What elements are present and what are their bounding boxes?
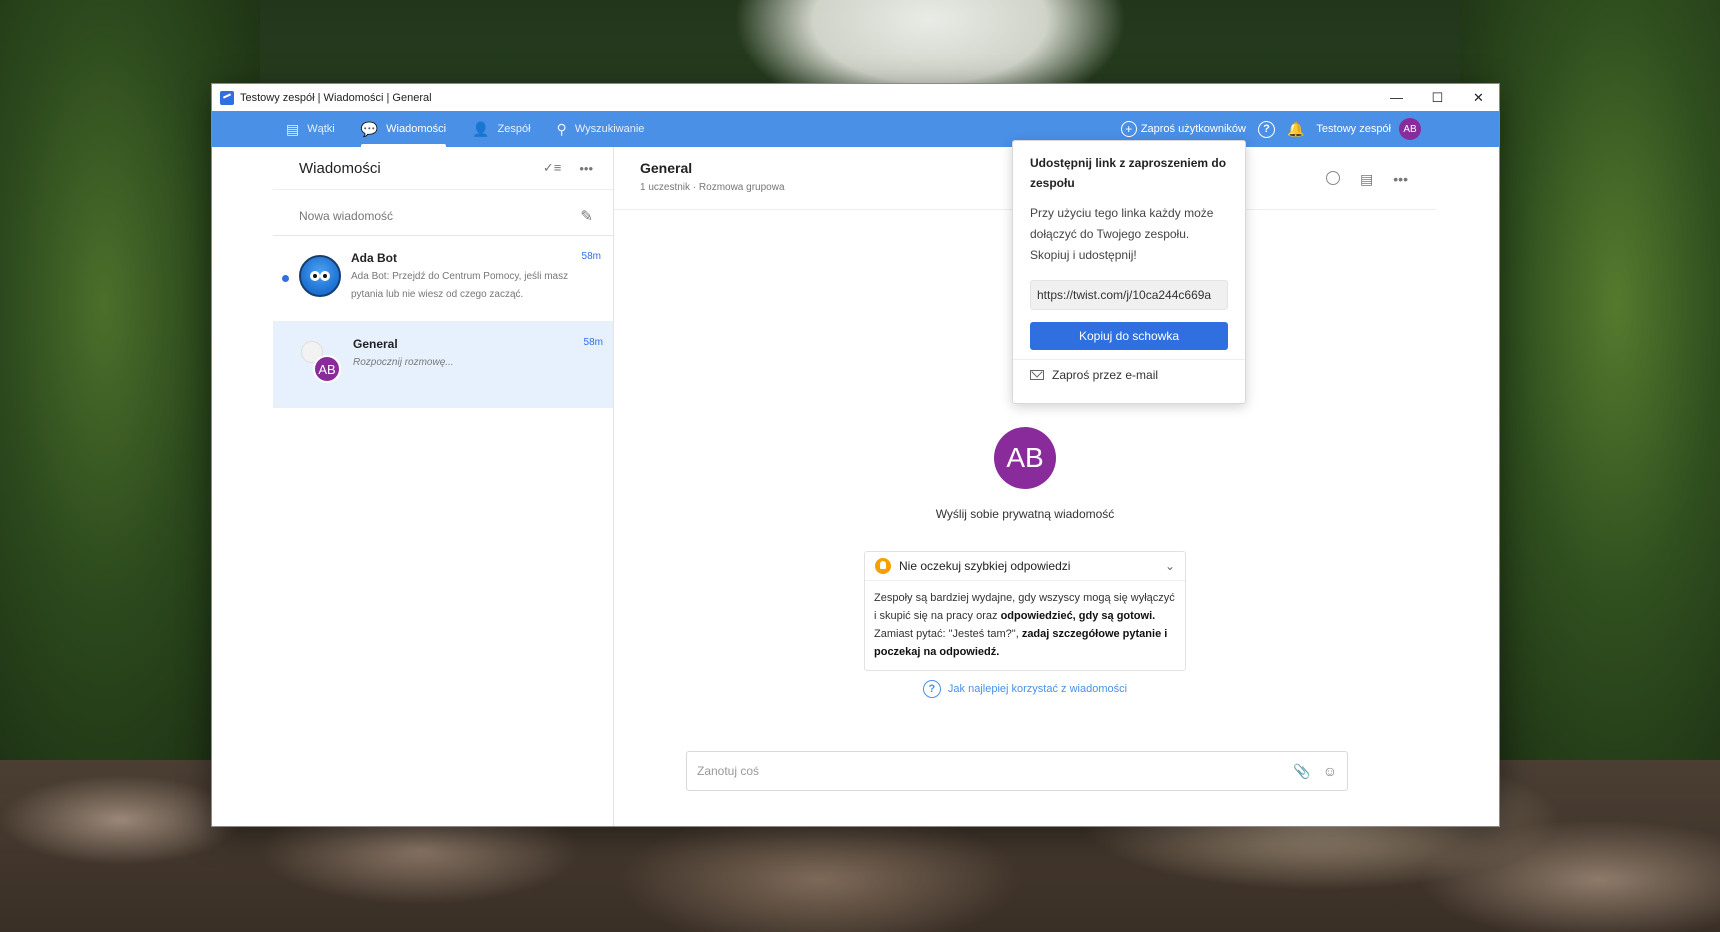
conversation-time: 58m (583, 337, 603, 348)
conversation-sidebar: Wiadomości ✓≡ ••• Nowa wiadomość ✎ Ada B… (273, 147, 614, 826)
tip-text-bold: odpowiedzieć, gdy są gotowi. (1000, 610, 1156, 622)
conversation-preview: Ada Bot: Przejdź do Centrum Pomocy, jeśl… (351, 271, 569, 300)
chevron-down-icon[interactable]: ⌄ (1165, 559, 1175, 573)
content-area: Wiadomości ✓≡ ••• Nowa wiadomość ✎ Ada B… (212, 147, 1499, 826)
search-icon: ⚲ (556, 120, 567, 137)
conversation-time: 58m (581, 251, 601, 262)
invite-by-email-button[interactable]: Zaproś przez e-mail (1030, 360, 1228, 390)
sidebar-title: Wiadomości (299, 159, 381, 177)
app-logo-icon (220, 90, 234, 105)
invite-label: Zaproś użytkowników (1140, 123, 1246, 135)
help-link[interactable]: ? Jak najlepiej korzystać z wiadomości (922, 680, 1128, 698)
invite-email-label: Zaproś przez e-mail (1052, 368, 1159, 382)
team-icon: 👤 (472, 120, 490, 137)
ada-bot-avatar (299, 255, 341, 297)
message-input[interactable] (697, 764, 1282, 778)
tab-threads[interactable]: ▤ Wątki (286, 111, 335, 147)
help-icon[interactable]: ? (1257, 120, 1275, 138)
user-avatar: AB (1399, 118, 1421, 140)
intro-text: Wyślij sobie prywatną wiadomość (935, 507, 1115, 521)
minimize-button[interactable]: — (1376, 84, 1417, 111)
tab-messages[interactable]: 💬 Wiadomości (360, 111, 447, 147)
window-title: Testowy zespół | Wiadomości | General (240, 91, 432, 104)
threads-icon: ▤ (286, 120, 300, 137)
team-switcher[interactable]: Testowy zespół AB (1316, 118, 1421, 140)
tab-label: Wyszukiwanie (574, 123, 645, 135)
conversation-preview: Rozpocznij rozmowę... (353, 357, 454, 368)
conversation-item-general[interactable]: AB General 58m Rozpocznij rozmowę... (273, 322, 613, 408)
invite-popover: Udostępnij link z zaproszeniem do zespoł… (1012, 140, 1246, 404)
more-options-icon[interactable]: ••• (1393, 171, 1408, 188)
attachment-icon[interactable]: 📎 (1293, 763, 1310, 780)
tab-team[interactable]: 👤 Zespół (472, 111, 530, 147)
help-icon: ? (922, 680, 941, 698)
emoji-icon[interactable]: ☺ (1323, 763, 1337, 779)
invite-users-button[interactable]: + Zaproś użytkowników (1120, 121, 1246, 137)
message-composer: 📎 ☺ (686, 751, 1348, 791)
left-gutter (212, 147, 273, 826)
messages-icon: 💬 (360, 120, 379, 137)
tip-header[interactable]: Nie oczekuj szybkiej odpowiedzi ⌄ (865, 552, 1185, 581)
compose-icon: ✎ (580, 207, 593, 225)
tab-search[interactable]: ⚲ Wyszukiwanie (557, 111, 645, 147)
top-navigation: ▤ Wątki 💬 Wiadomości 👤 Zespół ⚲ Wyszukiw… (212, 111, 1499, 147)
tab-label: Wiadomości (386, 123, 447, 135)
lightbulb-icon (875, 558, 891, 574)
conversation-intro: AB Wyślij sobie prywatną wiadomość Nie o… (614, 427, 1436, 698)
new-message-button[interactable]: Nowa wiadomość ✎ (273, 196, 613, 236)
group-avatar: AB (299, 341, 343, 385)
mail-icon (1030, 370, 1044, 380)
plus-circle-icon: + (1120, 121, 1137, 137)
unread-indicator (282, 275, 289, 282)
bell-icon[interactable]: 🔔 (1287, 121, 1304, 138)
invite-link-field[interactable]: https://twist.com/j/10ca244c669a (1030, 280, 1228, 310)
tab-label: Wątki (307, 123, 335, 135)
new-message-label: Nowa wiadomość (299, 208, 394, 223)
status-circle-icon[interactable] (1306, 171, 1341, 188)
tip-card: Nie oczekuj szybkiej odpowiedzi ⌄ Zespoł… (864, 551, 1186, 671)
app-window: Testowy zespół | Wiadomości | General — … (211, 83, 1500, 827)
tip-body: Zespoły są bardziej wydajne, gdy wszyscy… (865, 581, 1185, 670)
tip-title: Nie oczekuj szybkiej odpowiedzi (899, 559, 1071, 573)
right-gutter (1436, 147, 1499, 826)
group-avatar-initials: AB (313, 355, 341, 383)
help-link-label: Jak najlepiej korzystać z wiadomości (947, 683, 1128, 695)
sidebar-header: Wiadomości ✓≡ ••• (273, 147, 613, 190)
copy-to-clipboard-button[interactable]: Kopiuj do schowka (1030, 322, 1228, 350)
close-button[interactable]: ✕ (1458, 84, 1499, 111)
conversation-item-ada-bot[interactable]: Ada Bot 58m Ada Bot: Przejdź do Centrum … (273, 236, 613, 322)
notes-icon[interactable]: ▤ (1360, 171, 1373, 188)
title-bar: Testowy zespół | Wiadomości | General — … (212, 84, 1499, 111)
more-options-icon[interactable]: ••• (579, 161, 593, 176)
mark-all-read-icon[interactable]: ✓≡ (543, 160, 561, 176)
tip-text: Zamiast pytać: "Jesteś tam?", (874, 628, 1022, 640)
popover-title: Udostępnij link z zaproszeniem do zespoł… (1030, 156, 1227, 190)
self-avatar: AB (994, 427, 1056, 489)
conversation-name: Ada Bot (351, 251, 397, 265)
maximize-button[interactable]: ☐ (1417, 84, 1458, 111)
tab-label: Zespół (497, 123, 531, 135)
window-controls: — ☐ ✕ (1376, 84, 1499, 111)
team-name: Testowy zespół (1316, 123, 1391, 135)
popover-text: Przy użyciu tego linka każdy może dołącz… (1030, 206, 1214, 262)
conversation-name: General (353, 337, 398, 351)
